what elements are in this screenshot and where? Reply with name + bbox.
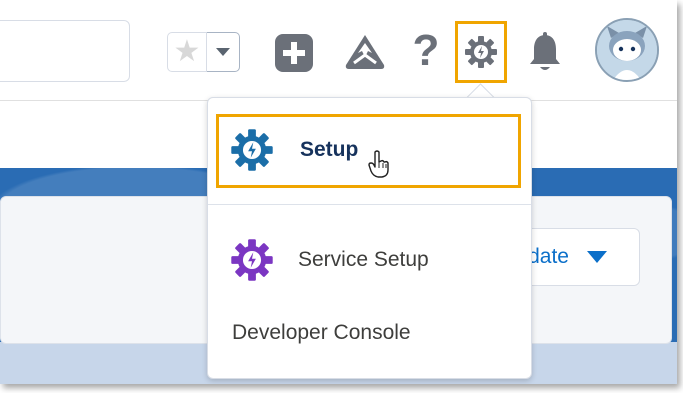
star-icon: ★ — [173, 35, 201, 68]
global-actions-plus-button[interactable] — [275, 34, 313, 72]
trailhead-mountain-icon[interactable] — [344, 33, 386, 73]
chevron-down-icon — [587, 251, 607, 263]
screenshot-frame: ★ ? pdate Setup Service Setup Developer … — [0, 0, 677, 384]
menu-item-service-setup[interactable]: Service Setup — [208, 232, 531, 288]
favorites-star-button[interactable]: ★ — [167, 32, 207, 72]
search-input[interactable] — [0, 20, 130, 82]
favorites-list-button[interactable] — [207, 32, 240, 72]
favorites-group: ★ — [167, 32, 245, 72]
menu-divider — [208, 204, 531, 205]
notifications-bell-icon[interactable] — [526, 31, 564, 73]
menu-item-service-setup-label: Service Setup — [298, 248, 429, 271]
global-header: ★ ? — [0, 0, 677, 101]
user-avatar[interactable] — [595, 18, 659, 82]
astro-avatar-icon — [597, 20, 657, 80]
setup-dropdown-menu: Setup Service Setup Developer Console — [207, 97, 532, 379]
menu-item-developer-console[interactable]: Developer Console — [208, 308, 531, 358]
setup-gear-button[interactable] — [455, 21, 507, 83]
service-setup-gear-icon — [231, 239, 273, 281]
help-icon[interactable]: ? — [408, 26, 444, 76]
hand-pointer-cursor-icon — [368, 150, 389, 178]
chevron-down-icon — [216, 48, 230, 56]
menu-item-developer-console-label: Developer Console — [232, 321, 411, 344]
gear-icon — [465, 36, 497, 68]
